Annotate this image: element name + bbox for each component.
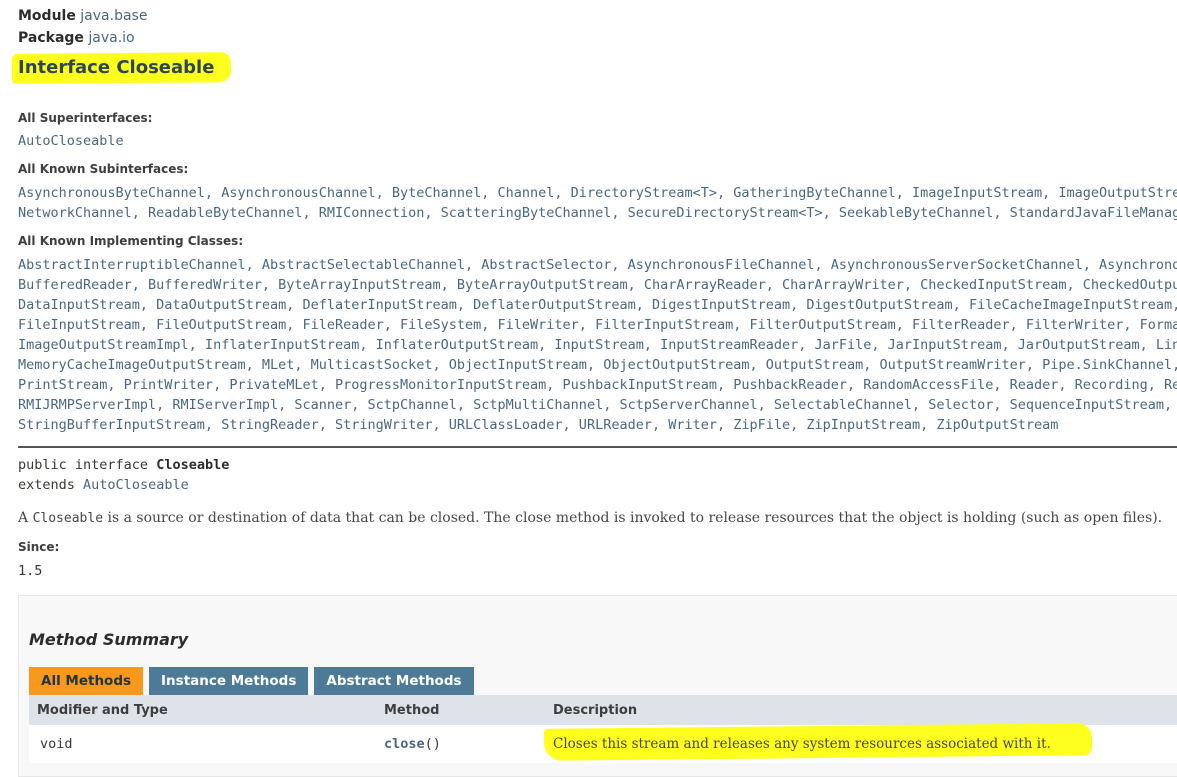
tab-abstract-methods[interactable]: Abstract Methods <box>314 667 474 695</box>
since-label: Since: <box>18 540 60 554</box>
cell-modifier-type: void <box>40 736 73 752</box>
description-text: is a source or destination of data that … <box>107 510 1163 526</box>
implementing-line[interactable]: StringBufferInputStream, StringReader, S… <box>18 415 1177 435</box>
superinterfaces-label: All Superinterfaces: <box>18 111 153 125</box>
description-code: Closeable <box>32 511 104 526</box>
since-value: 1.5 <box>18 563 43 579</box>
subinterfaces-line[interactable]: NetworkChannel, ReadableByteChannel, RMI… <box>18 203 1177 223</box>
method-link-close[interactable]: close <box>384 736 425 752</box>
page-title: Interface Closeable <box>18 57 215 78</box>
implementing-line[interactable]: BufferedReader, BufferedWriter, ByteArra… <box>18 275 1177 295</box>
subinterfaces-label: All Known Subinterfaces: <box>18 162 189 176</box>
table-row: void close() Closes this stream and rele… <box>29 723 1177 763</box>
implementing-line[interactable]: PrintStream, PrintWriter, PrivateMLet, P… <box>18 375 1177 395</box>
method-params: () <box>424 736 441 752</box>
cell-method: close() <box>376 736 545 752</box>
table-header: Modifier and Type Method Description <box>29 695 1177 725</box>
module-link[interactable]: java.base <box>80 8 147 24</box>
package-link[interactable]: java.io <box>88 30 134 46</box>
implementing-line[interactable]: RMIJRMPServerImpl, RMIServerImpl, Scanne… <box>18 395 1177 415</box>
signature-extends-keyword: extends <box>18 477 75 493</box>
type-signature: public interface Closeable extends AutoC… <box>18 455 229 495</box>
module-line: Module java.base <box>18 6 147 26</box>
method-description-text: Closes this stream and releases any syst… <box>553 736 1051 752</box>
column-header-modifier: Modifier and Type <box>37 702 168 718</box>
tab-all-methods[interactable]: All Methods <box>29 667 144 695</box>
column-header-description: Description <box>553 702 638 718</box>
divider <box>18 446 1177 448</box>
implementing-classes-list[interactable]: AbstractInterruptibleChannel, AbstractSe… <box>18 255 1177 435</box>
implementing-line[interactable]: AbstractInterruptibleChannel, AbstractSe… <box>18 255 1177 275</box>
class-description: A Closeable is a source or destination o… <box>18 508 1162 529</box>
tab-instance-methods[interactable]: Instance Methods <box>149 667 309 695</box>
subinterfaces-line[interactable]: AsynchronousByteChannel, AsynchronousCha… <box>18 183 1177 203</box>
signature-modifiers: public interface <box>18 457 149 473</box>
implementing-classes-label: All Known Implementing Classes: <box>18 234 244 248</box>
package-line: Package java.io <box>18 28 135 48</box>
method-tabs: All Methods Instance Methods Abstract Me… <box>29 667 480 695</box>
superinterfaces-line[interactable]: AutoCloseable <box>18 131 1177 151</box>
implementing-line[interactable]: DataInputStream, DataOutputStream, Defla… <box>18 295 1177 315</box>
implementing-line[interactable]: MemoryCacheImageOutputStream, MLet, Mult… <box>18 355 1177 375</box>
description-prefix: A <box>18 510 29 526</box>
signature-name: Closeable <box>156 457 230 473</box>
signature-extends-link[interactable]: AutoCloseable <box>83 477 189 493</box>
method-summary-table: Modifier and Type Method Description voi… <box>29 695 1177 763</box>
package-label: Package <box>18 30 84 46</box>
subinterfaces-list[interactable]: AsynchronousByteChannel, AsynchronousCha… <box>18 183 1177 223</box>
module-label: Module <box>18 8 76 24</box>
column-header-method: Method <box>384 702 440 718</box>
superinterfaces-list[interactable]: AutoCloseable <box>18 131 1177 151</box>
implementing-line[interactable]: ImageOutputStreamImpl, InflaterInputStre… <box>18 335 1177 355</box>
cell-description: Closes this stream and releases any syst… <box>543 723 1177 761</box>
method-summary-title: Method Summary <box>29 630 189 649</box>
implementing-line[interactable]: FileInputStream, FileOutputStream, FileR… <box>18 315 1177 335</box>
